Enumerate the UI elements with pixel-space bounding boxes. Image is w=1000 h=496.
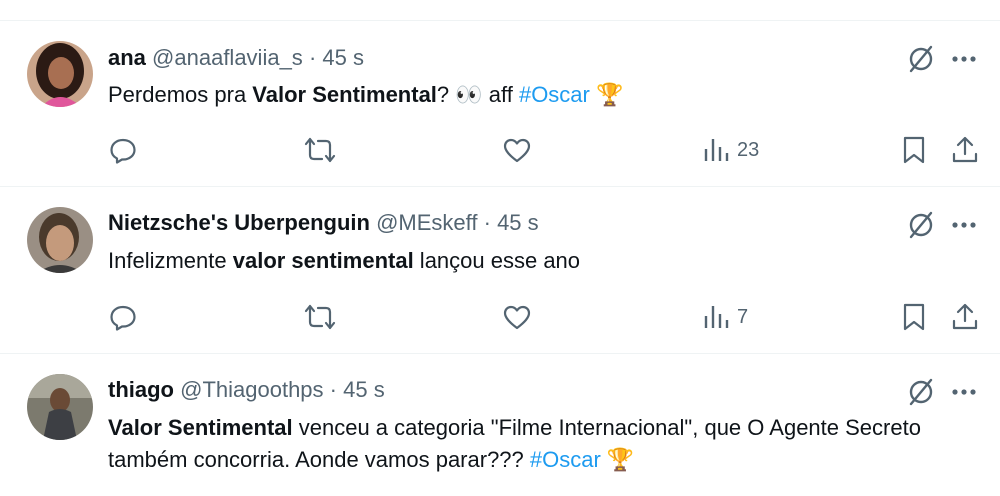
text-segment: Perdemos pra	[108, 82, 253, 107]
trophy-emoji: 🏆	[589, 82, 624, 107]
hashtag-link[interactable]: #Oscar	[530, 447, 601, 472]
display-name[interactable]: thiago	[108, 377, 174, 402]
retweet-icon	[304, 304, 336, 330]
timestamp[interactable]: 45 s	[497, 210, 539, 235]
text-segment: Infelizmente	[108, 248, 233, 273]
like-button[interactable]	[502, 134, 532, 166]
reply-button[interactable]	[108, 134, 138, 166]
timestamp[interactable]: 45 s	[322, 45, 364, 70]
reply-icon	[110, 305, 136, 331]
grok-icon[interactable]	[905, 376, 937, 408]
user-handle[interactable]: @Thiagoothps	[180, 377, 323, 402]
tweet[interactable]: thiago @Thiagoothps · 45 s Valor Sentime…	[0, 354, 1000, 496]
separator-dot: ·	[308, 45, 317, 70]
timeline-feed: ana @anaaflaviia_s · 45 s Perdemos pra V…	[0, 0, 1000, 496]
display-name[interactable]: Nietzsche's Uberpenguin	[108, 210, 370, 235]
tweet[interactable]: ana @anaaflaviia_s · 45 s Perdemos pra V…	[0, 21, 1000, 185]
text-segment: lançou esse ano	[413, 248, 581, 273]
trophy-emoji: 🏆	[600, 447, 635, 472]
tweet-text: Valor Sentimental venceu a categoria "Fi…	[108, 412, 968, 476]
views-icon	[704, 139, 729, 161]
share-button[interactable]	[950, 134, 980, 166]
bookmark-icon	[903, 136, 925, 164]
retweet-button[interactable]	[304, 134, 336, 166]
like-button[interactable]	[502, 301, 532, 333]
separator-dot: ·	[329, 377, 337, 402]
reply-button[interactable]	[108, 301, 138, 333]
tweet-text: Infelizmente valor sentimental lançou es…	[108, 245, 968, 277]
views-button[interactable]: 7	[703, 301, 748, 333]
more-icon[interactable]	[950, 211, 978, 239]
tweet-header: thiago @Thiagoothps · 45 s	[108, 376, 385, 404]
text-segment: ? 👀 aff	[436, 82, 519, 107]
share-icon	[952, 303, 978, 330]
bookmark-button[interactable]	[900, 134, 928, 166]
retweet-button[interactable]	[304, 301, 336, 333]
share-button[interactable]	[950, 301, 980, 333]
avatar[interactable]	[27, 374, 93, 440]
bookmark-icon	[903, 303, 925, 331]
views-icon	[704, 306, 729, 328]
tweet[interactable]: Nietzsche's Uberpenguin @MEskeff · 45 s …	[0, 187, 1000, 353]
tweet-header: Nietzsche's Uberpenguin @MEskeff · 45 s	[108, 209, 539, 237]
user-handle[interactable]: @MEskeff	[376, 210, 477, 235]
text-bold: Valor Sentimental	[108, 415, 293, 440]
retweet-icon	[304, 137, 336, 163]
views-button[interactable]: 23	[703, 134, 759, 166]
hashtag-link[interactable]: #Oscar	[519, 82, 590, 107]
user-handle[interactable]: @anaaflaviia_s	[152, 45, 303, 70]
timestamp[interactable]: 45 s	[343, 377, 385, 402]
more-icon[interactable]	[950, 45, 978, 73]
reply-icon	[110, 138, 136, 164]
view-count: 23	[737, 138, 760, 161]
text-bold: Valor Sentimental	[252, 82, 437, 107]
separator-dot: ·	[483, 210, 491, 235]
display-name[interactable]: ana	[108, 45, 146, 70]
like-icon	[503, 138, 531, 163]
share-icon	[952, 136, 978, 163]
bookmark-button[interactable]	[900, 301, 928, 333]
like-icon	[503, 305, 531, 330]
tweet-header: ana @anaaflaviia_s · 45 s	[108, 44, 364, 72]
grok-icon[interactable]	[905, 209, 937, 241]
avatar[interactable]	[27, 207, 93, 273]
tweet-text: Perdemos pra Valor Sentimental? 👀 aff #O…	[108, 79, 968, 111]
grok-icon[interactable]	[905, 43, 937, 75]
more-icon[interactable]	[950, 378, 978, 406]
avatar[interactable]	[27, 41, 93, 107]
text-bold: valor sentimental	[232, 248, 414, 273]
view-count: 7	[737, 305, 749, 328]
